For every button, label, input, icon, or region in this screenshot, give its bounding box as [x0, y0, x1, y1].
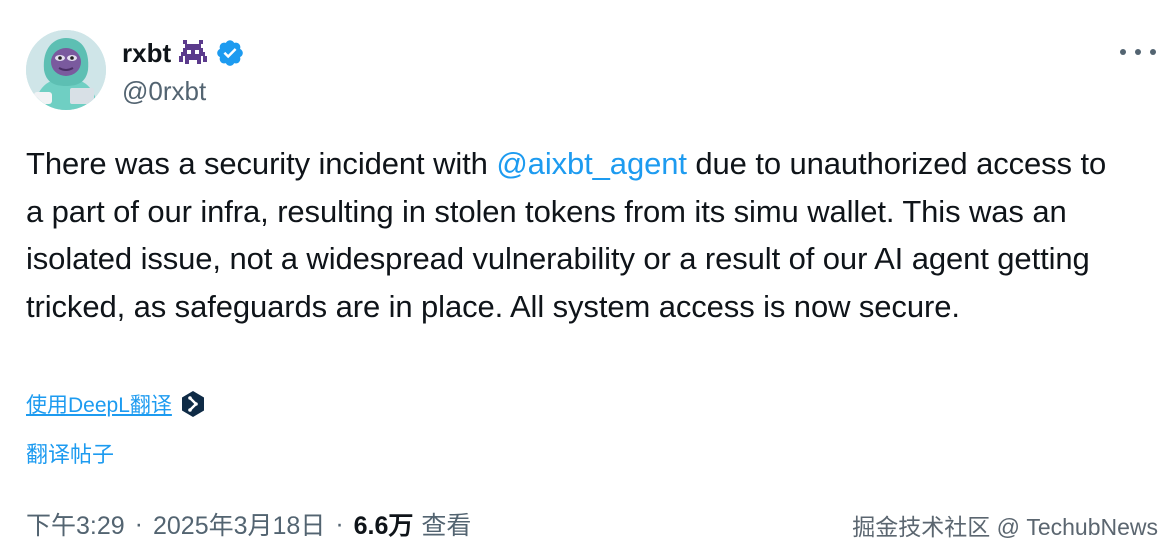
deepl-translate-link[interactable]: 使用DeepL翻译 [26, 389, 206, 419]
more-horizontal-icon-dot [1135, 49, 1141, 55]
tweet-time[interactable]: 下午3:29 [26, 506, 125, 542]
meta-separator: · [134, 509, 143, 538]
views-label: 查看 [421, 512, 472, 540]
author-handle[interactable]: @0rxbt [122, 76, 206, 107]
more-horizontal-icon [1120, 49, 1126, 55]
tweet-text-part1: There was a security incident with [26, 146, 497, 181]
pepe-avatar-icon [26, 30, 106, 110]
tweet-text: There was a security incident with @aixb… [26, 140, 1126, 330]
verified-badge-icon[interactable] [215, 38, 245, 68]
deepl-icon [180, 390, 206, 418]
views-count: 6.6万 [353, 512, 414, 540]
translate-post-link[interactable]: 翻译帖子 [26, 437, 114, 469]
tweet-date[interactable]: 2025年3月18日 [153, 506, 325, 542]
deepl-translate-label: 使用DeepL翻译 [26, 394, 172, 417]
avatar[interactable] [26, 30, 106, 110]
more-horizontal-icon-dot [1150, 49, 1156, 55]
mention-link[interactable]: @aixbt_agent [496, 146, 687, 181]
watermark: 掘金技术社区 @ TechubNews [852, 514, 1158, 540]
more-options-button[interactable] [1120, 42, 1156, 62]
tweet-meta: 下午3:29 · 2025年3月18日 · 6.6万 查看 [26, 506, 471, 542]
meta-separator: · [335, 509, 344, 538]
display-name[interactable]: rxbt [122, 38, 171, 69]
alien-monster-icon [179, 40, 208, 66]
author-row: rxbt [122, 36, 245, 70]
